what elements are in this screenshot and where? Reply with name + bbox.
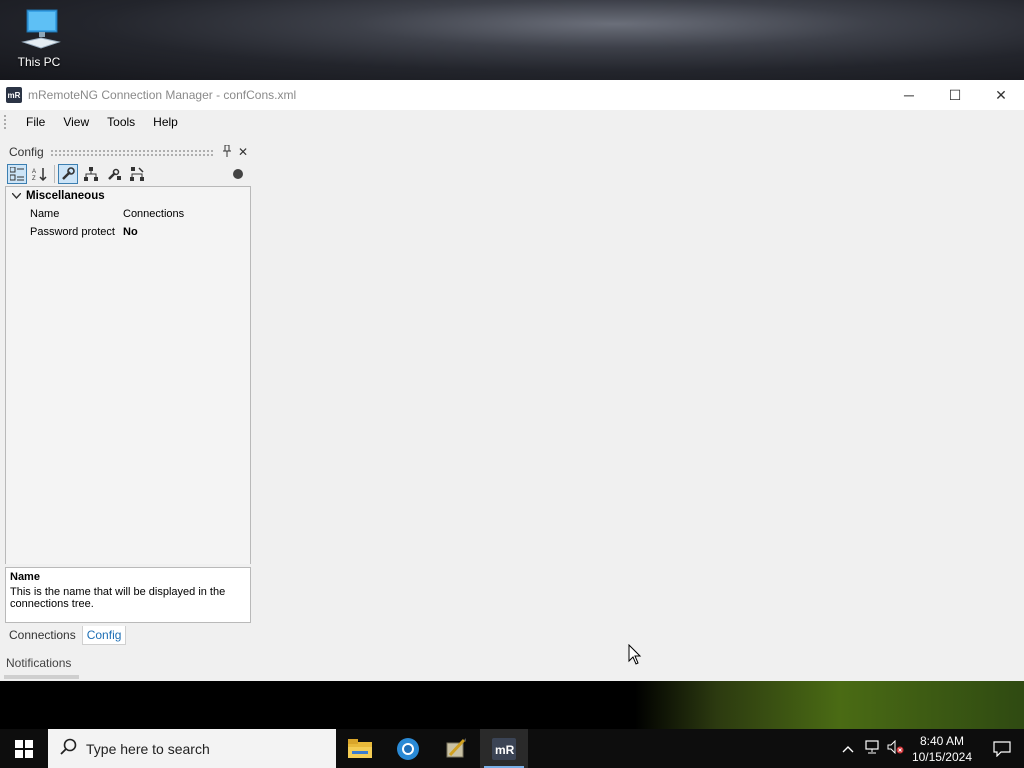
app-icon[interactable] xyxy=(432,729,480,768)
property-value[interactable]: Connections xyxy=(123,208,184,220)
default-inheritance-icon[interactable] xyxy=(127,164,147,184)
desktop-icon-label: This PC xyxy=(17,55,61,69)
status-dot-icon xyxy=(233,169,243,179)
default-properties-icon[interactable] xyxy=(104,164,124,184)
property-value[interactable]: No xyxy=(123,226,138,238)
action-center-icon[interactable] xyxy=(980,740,1024,757)
alphabetical-sort-icon[interactable]: AZ xyxy=(30,164,50,184)
svg-text:A: A xyxy=(32,169,36,175)
menu-bar: File View Tools Help xyxy=(0,110,1024,134)
menu-grip[interactable] xyxy=(4,115,9,129)
window-title: mRemoteNG Connection Manager - confCons.… xyxy=(28,88,297,102)
property-name: Password protect xyxy=(30,226,115,238)
desktop-icon-this-pc[interactable]: This PC xyxy=(10,8,68,69)
dock-tabs: Connections Config xyxy=(5,625,251,645)
mremoteng-app-icon: mR xyxy=(6,87,22,103)
mouse-cursor-icon xyxy=(628,643,642,669)
panel-close-icon[interactable]: ✕ xyxy=(235,145,251,159)
clock-date: 10/15/2024 xyxy=(911,749,972,764)
property-row-name[interactable]: Name Connections xyxy=(6,205,250,223)
windows-logo-icon xyxy=(15,739,33,758)
property-row-password-protect[interactable]: Password protect No xyxy=(6,223,250,241)
config-panel-title: Config xyxy=(9,145,44,159)
app-window: mR mRemoteNG Connection Manager - confCo… xyxy=(0,80,1024,681)
start-button[interactable] xyxy=(0,729,48,768)
description-title: Name xyxy=(10,571,40,583)
search-icon xyxy=(60,738,78,759)
notifications-tab-indicator xyxy=(4,675,79,679)
chevron-down-icon[interactable] xyxy=(6,191,26,202)
config-panel-header[interactable]: Config ✕ xyxy=(5,142,251,162)
tab-connections[interactable]: Connections xyxy=(5,626,80,644)
desktop-background: This PC xyxy=(0,0,1024,80)
pin-icon[interactable] xyxy=(219,144,235,160)
toolbar-separator xyxy=(54,165,55,183)
svg-text:Z: Z xyxy=(32,176,36,181)
system-tray: 8:40 AM 10/15/2024 xyxy=(836,729,1024,768)
maximize-button[interactable]: ☐ xyxy=(932,80,978,110)
properties-wrench-icon[interactable] xyxy=(58,164,78,184)
window-controls: ─ ☐ ✕ xyxy=(886,80,1024,110)
taskbar: Type here to search mR 8:40 AM 10/15/202… xyxy=(0,729,1024,768)
computer-icon xyxy=(19,8,61,52)
file-explorer-icon[interactable] xyxy=(336,729,384,768)
config-toolbar: AZ xyxy=(5,162,251,186)
category-label: Miscellaneous xyxy=(26,190,105,202)
menu-help[interactable]: Help xyxy=(144,115,187,129)
category-miscellaneous[interactable]: Miscellaneous xyxy=(6,187,250,205)
tab-config[interactable]: Config xyxy=(81,625,127,645)
property-grid: Miscellaneous Name Connections Password … xyxy=(5,186,251,564)
categorized-icon[interactable] xyxy=(7,164,27,184)
config-panel: Config ✕ AZ Miscellaneous Name Connectio… xyxy=(5,142,251,645)
search-placeholder: Type here to search xyxy=(86,740,210,757)
notifications-tab[interactable]: Notifications xyxy=(6,656,71,670)
browser-icon[interactable] xyxy=(384,729,432,768)
chevron-up-icon[interactable] xyxy=(836,742,860,756)
close-button[interactable]: ✕ xyxy=(978,80,1024,110)
property-description: Name This is the name that will be displ… xyxy=(5,567,251,623)
mremoteng-icon[interactable]: mR xyxy=(480,729,528,768)
menu-tools[interactable]: Tools xyxy=(98,115,144,129)
description-text: This is the name that will be displayed … xyxy=(10,586,226,610)
minimize-button[interactable]: ─ xyxy=(886,80,932,110)
taskbar-clock[interactable]: 8:40 AM 10/15/2024 xyxy=(912,733,972,765)
taskbar-search-box[interactable]: Type here to search xyxy=(48,729,336,768)
property-name: Name xyxy=(30,208,60,220)
menu-view[interactable]: View xyxy=(54,115,98,129)
desktop-background-bottom xyxy=(0,681,1024,729)
clock-time: 8:40 AM xyxy=(919,733,964,748)
title-bar[interactable]: mR mRemoteNG Connection Manager - confCo… xyxy=(0,80,1024,110)
volume-muted-icon[interactable] xyxy=(884,739,908,757)
network-icon[interactable] xyxy=(860,740,884,757)
menu-file[interactable]: File xyxy=(17,115,54,129)
svg-text:mR: mR xyxy=(495,743,515,757)
panel-grip xyxy=(49,148,213,156)
inheritance-tree-icon[interactable] xyxy=(81,164,101,184)
